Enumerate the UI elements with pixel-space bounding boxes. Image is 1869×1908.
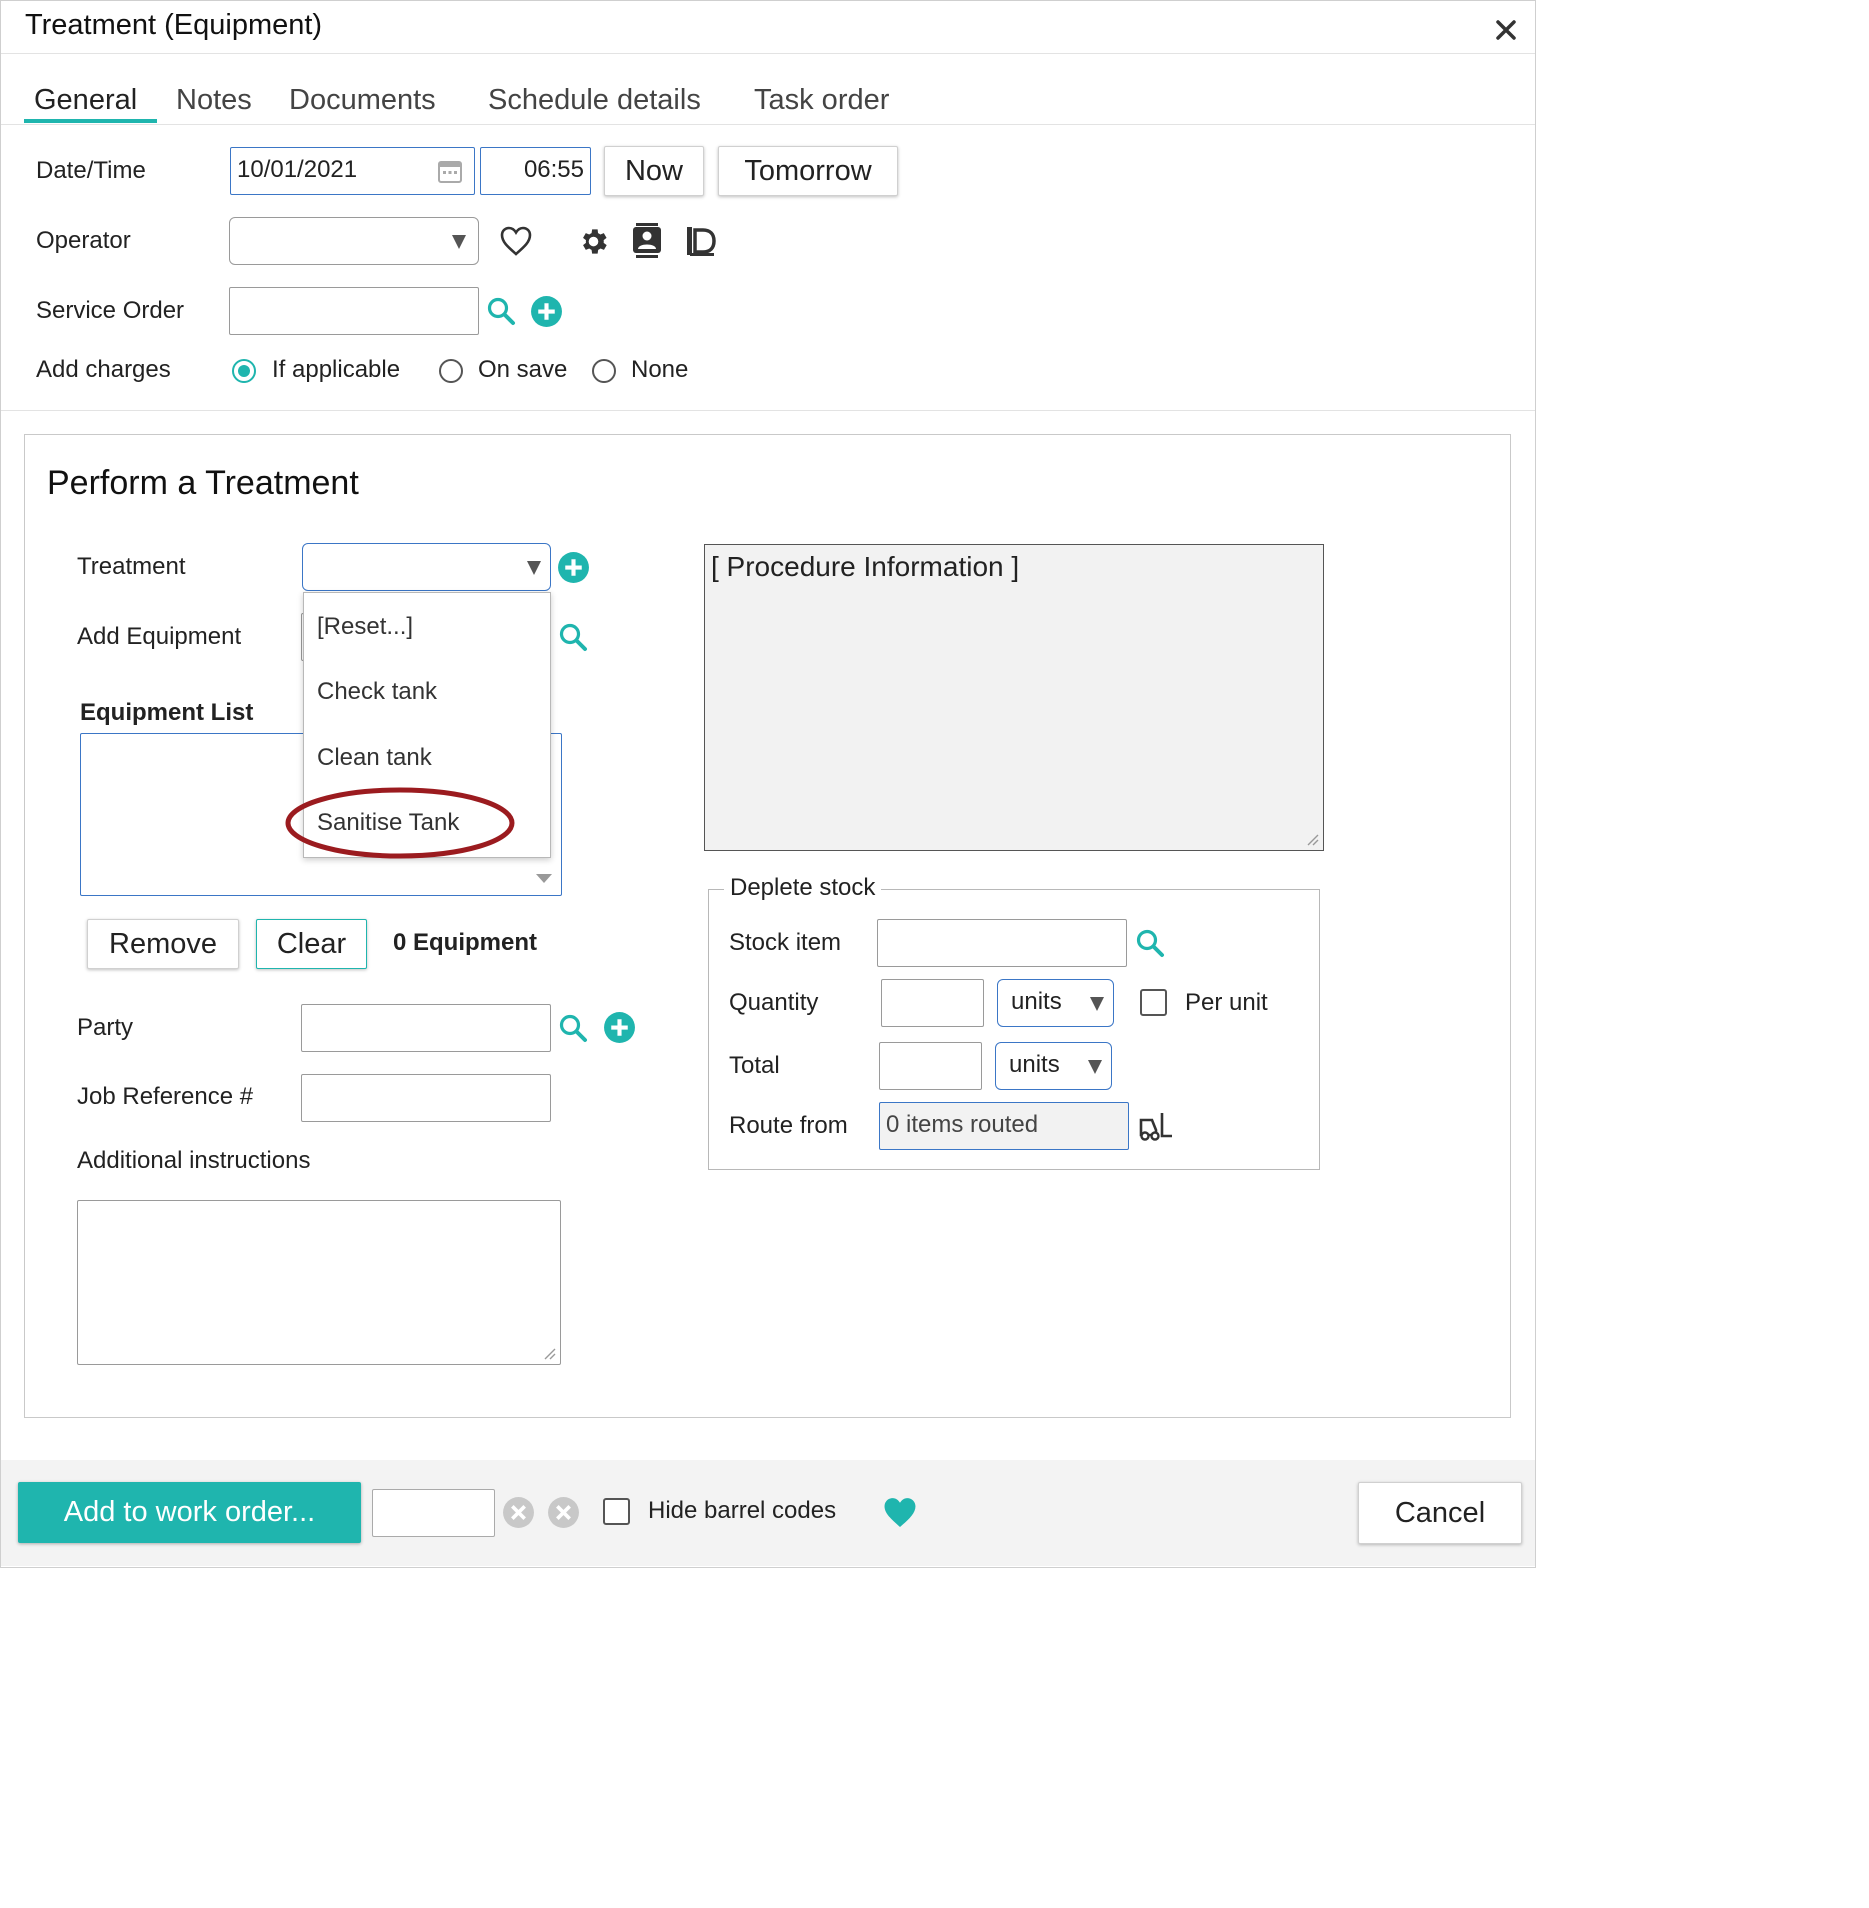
dropdown-option-check-tank[interactable]: Check tank bbox=[317, 678, 437, 706]
add-treatment-icon[interactable] bbox=[557, 551, 590, 584]
active-tab-indicator bbox=[24, 119, 157, 123]
search-icon[interactable] bbox=[486, 296, 516, 326]
tab-schedule-details[interactable]: Schedule details bbox=[488, 84, 701, 117]
party-input[interactable] bbox=[301, 1004, 551, 1052]
treatment-select[interactable] bbox=[302, 543, 551, 591]
deplete-stock-legend: Deplete stock bbox=[724, 874, 882, 902]
hide-barrel-codes-label: Hide barrel codes bbox=[648, 1497, 837, 1524]
total-input[interactable] bbox=[879, 1042, 982, 1090]
hide-barrel-codes-checkbox[interactable] bbox=[603, 1498, 630, 1525]
section-title: Perform a Treatment bbox=[47, 464, 359, 502]
tab-documents[interactable]: Documents bbox=[289, 84, 436, 117]
procedure-info-box: [ Procedure Information ] bbox=[704, 544, 1324, 851]
gear-icon[interactable] bbox=[577, 225, 610, 258]
radio-if-applicable[interactable] bbox=[232, 359, 256, 383]
add-party-icon[interactable] bbox=[603, 1011, 636, 1044]
dropdown-option-reset[interactable]: [Reset...] bbox=[317, 613, 413, 641]
per-unit-checkbox[interactable] bbox=[1140, 989, 1167, 1016]
cancel-button[interactable]: Cancel bbox=[1358, 1482, 1522, 1544]
radio-on-save[interactable] bbox=[439, 359, 463, 383]
radio-none[interactable] bbox=[592, 359, 616, 383]
route-from-value: 0 items routed bbox=[886, 1111, 1039, 1138]
document-d-icon[interactable] bbox=[684, 224, 718, 258]
add-to-work-order-button[interactable]: Add to work order... bbox=[18, 1482, 361, 1543]
quantity-label: Quantity bbox=[729, 989, 819, 1016]
close-icon[interactable] bbox=[1491, 15, 1521, 45]
stock-item-label: Stock item bbox=[729, 929, 842, 956]
chevron-down-icon bbox=[1090, 997, 1104, 1011]
total-unit-value: units bbox=[1009, 1051, 1060, 1078]
dropdown-option-clean-tank[interactable]: Clean tank bbox=[317, 744, 432, 772]
tomorrow-button[interactable]: Tomorrow bbox=[718, 146, 898, 196]
remove-button[interactable]: Remove bbox=[87, 919, 239, 969]
additional-instructions-textarea[interactable] bbox=[77, 1200, 561, 1365]
quantity-input[interactable] bbox=[881, 979, 984, 1027]
work-order-input[interactable] bbox=[372, 1489, 495, 1537]
equipment-count: 0 Equipment bbox=[393, 929, 538, 956]
forklift-icon[interactable] bbox=[1138, 1110, 1174, 1142]
total-unit-select[interactable]: units bbox=[995, 1042, 1112, 1090]
date-input[interactable]: 10/01/2021 bbox=[230, 147, 475, 195]
dialog-title: Treatment (Equipment) bbox=[25, 9, 323, 41]
chevron-down-icon bbox=[1088, 1060, 1102, 1074]
total-label: Total bbox=[729, 1052, 780, 1079]
search-equipment-icon[interactable] bbox=[558, 622, 588, 652]
chevron-down-icon bbox=[527, 561, 541, 575]
route-from-label: Route from bbox=[729, 1112, 848, 1139]
service-order-label: Service Order bbox=[36, 297, 185, 324]
clear-circle-icon[interactable] bbox=[547, 1496, 580, 1529]
tab-general[interactable]: General bbox=[34, 84, 137, 117]
quantity-unit-value: units bbox=[1011, 988, 1062, 1015]
radio-none-label: None bbox=[631, 356, 689, 383]
tab-task-order[interactable]: Task order bbox=[754, 84, 889, 117]
scroll-down-icon[interactable] bbox=[536, 874, 552, 883]
operator-select[interactable] bbox=[229, 217, 479, 265]
route-from-input[interactable]: 0 items routed bbox=[879, 1102, 1129, 1150]
add-equipment-label: Add Equipment bbox=[77, 623, 242, 650]
heart-outline-icon[interactable] bbox=[499, 225, 533, 257]
clear-button[interactable]: Clear bbox=[256, 919, 367, 969]
additional-instructions-label: Additional instructions bbox=[77, 1147, 311, 1174]
tab-notes[interactable]: Notes bbox=[176, 84, 252, 117]
contact-card-icon[interactable] bbox=[630, 222, 664, 260]
tabs-divider bbox=[1, 124, 1535, 125]
section-divider bbox=[1, 410, 1535, 411]
operator-label: Operator bbox=[36, 227, 131, 254]
search-stock-icon[interactable] bbox=[1135, 928, 1165, 958]
resize-handle-icon[interactable] bbox=[1305, 832, 1319, 846]
add-charges-label: Add charges bbox=[36, 356, 171, 383]
calendar-icon[interactable] bbox=[437, 158, 463, 184]
procedure-info-text: [ Procedure Information ] bbox=[711, 551, 1020, 582]
time-input[interactable]: 06:55 bbox=[480, 147, 591, 195]
chevron-down-icon bbox=[452, 235, 466, 249]
datetime-label: Date/Time bbox=[36, 157, 146, 184]
resize-handle-icon[interactable] bbox=[542, 1346, 556, 1360]
search-party-icon[interactable] bbox=[558, 1013, 588, 1043]
quantity-unit-select[interactable]: units bbox=[997, 979, 1114, 1027]
radio-on-save-label: On save bbox=[478, 356, 568, 383]
title-bar: Treatment (Equipment) bbox=[1, 1, 1535, 54]
date-value: 10/01/2021 bbox=[237, 156, 358, 183]
stock-item-input[interactable] bbox=[877, 919, 1127, 967]
clear-circle-icon[interactable] bbox=[502, 1496, 535, 1529]
job-reference-input[interactable] bbox=[301, 1074, 551, 1122]
treatment-label: Treatment bbox=[77, 553, 186, 580]
time-value: 06:55 bbox=[523, 156, 584, 183]
highlight-circle-annotation bbox=[285, 787, 515, 859]
radio-if-applicable-label: If applicable bbox=[272, 356, 401, 383]
now-button[interactable]: Now bbox=[604, 146, 704, 196]
party-label: Party bbox=[77, 1014, 134, 1041]
per-unit-label: Per unit bbox=[1185, 989, 1268, 1016]
equipment-list-label: Equipment List bbox=[80, 699, 254, 726]
add-circle-icon[interactable] bbox=[530, 295, 563, 328]
service-order-input[interactable] bbox=[229, 287, 479, 335]
heart-filled-icon[interactable] bbox=[882, 1496, 918, 1529]
job-reference-label: Job Reference # bbox=[77, 1083, 254, 1110]
